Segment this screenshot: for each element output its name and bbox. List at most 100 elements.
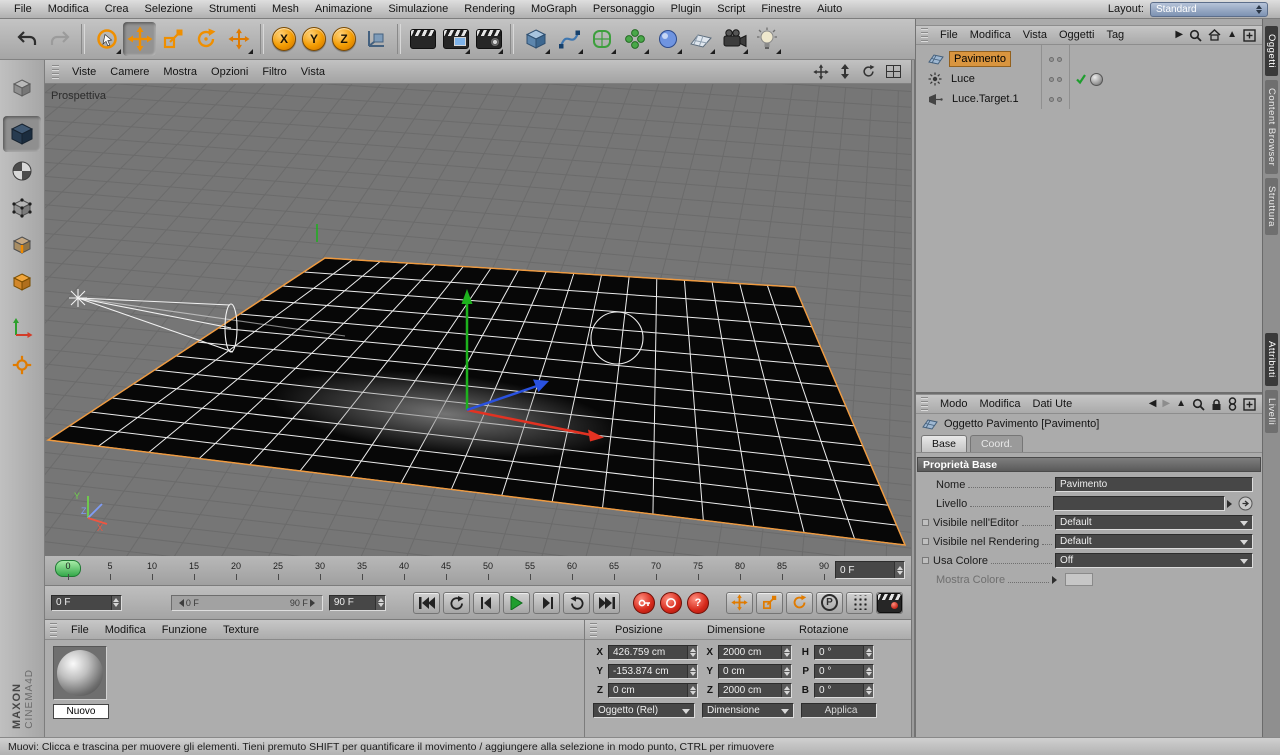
lock-x-axis-button[interactable]: X: [272, 27, 296, 51]
material-thumbnail[interactable]: [53, 646, 107, 700]
coordinate-mode-select[interactable]: Oggetto (Rel): [593, 703, 695, 718]
rotation-p-field[interactable]: 0 °: [814, 664, 874, 679]
keying-options-button[interactable]: ?: [687, 591, 709, 614]
record-position-toggle[interactable]: [726, 591, 753, 614]
layer-browser-icon[interactable]: [1238, 496, 1253, 511]
panel-grip[interactable]: [921, 397, 928, 411]
mat-menu-funzione[interactable]: Funzione: [154, 624, 215, 636]
editor-visibility-dot[interactable]: [1048, 56, 1054, 62]
pan-view-icon[interactable]: [813, 63, 829, 80]
om-menu-vista[interactable]: Vista: [1017, 29, 1053, 41]
object-name[interactable]: Pavimento: [949, 51, 1011, 67]
tab-base[interactable]: Base: [921, 435, 967, 452]
menu-mesh[interactable]: Mesh: [264, 3, 307, 15]
menu-simulazione[interactable]: Simulazione: [380, 3, 456, 15]
end-frame-stepper-icon[interactable]: [375, 595, 385, 610]
search-icon[interactable]: [1189, 29, 1202, 42]
tab-attributi[interactable]: Attributi: [1265, 333, 1278, 387]
add-modeling-object-button[interactable]: [618, 22, 651, 56]
om-menu-oggetti[interactable]: Oggetti: [1053, 29, 1100, 41]
record-rotation-toggle[interactable]: [786, 591, 813, 614]
add-primitive-button[interactable]: [519, 22, 552, 56]
menu-finestre[interactable]: Finestre: [753, 3, 809, 15]
add-generator-button[interactable]: [585, 22, 618, 56]
render-view-button[interactable]: [406, 22, 439, 56]
vp-menu-camere[interactable]: Camere: [103, 66, 156, 78]
link-icon[interactable]: [1228, 397, 1237, 411]
goto-end-button[interactable]: [593, 591, 620, 614]
frame-range-slider[interactable]: 0 F 90 F: [170, 594, 323, 611]
vp-menu-filtro[interactable]: Filtro: [255, 66, 293, 78]
om-menu-file[interactable]: File: [934, 29, 964, 41]
om-menu-tag[interactable]: Tag: [1100, 29, 1130, 41]
last-tool-button[interactable]: [222, 22, 255, 56]
mat-menu-file[interactable]: File: [63, 624, 97, 636]
search-icon[interactable]: [1192, 398, 1205, 411]
size-y-field[interactable]: 0 cm: [718, 664, 792, 679]
viewport-3d-view[interactable]: Y Z X: [0, 34, 1280, 755]
livello-field[interactable]: [1053, 496, 1225, 511]
size-x-field[interactable]: 2000 cm: [718, 645, 792, 660]
parent-object-icon[interactable]: ▲: [1176, 399, 1186, 409]
lock-icon[interactable]: [1211, 398, 1222, 411]
size-mode-select[interactable]: Dimensione: [702, 703, 794, 718]
menu-modifica[interactable]: Modifica: [40, 3, 97, 15]
coordinate-system-button[interactable]: [359, 22, 392, 56]
frame-input[interactable]: 0 F: [51, 594, 122, 611]
vp-menu-opzioni[interactable]: Opzioni: [204, 66, 255, 78]
up-level-icon[interactable]: ▲: [1227, 30, 1237, 40]
record-keyframe-button[interactable]: [633, 591, 655, 614]
override-checkbox[interactable]: [922, 557, 929, 564]
menu-personaggio[interactable]: Personaggio: [585, 3, 663, 15]
render-picture-viewer-button[interactable]: [439, 22, 472, 56]
play-forward-button[interactable]: [563, 591, 590, 614]
history-back-icon[interactable]: ◀: [1149, 399, 1157, 409]
section-header-proprieta-base[interactable]: Proprietà Base: [917, 457, 1261, 472]
menu-rendering[interactable]: Rendering: [456, 3, 523, 15]
material-list[interactable]: Nuovo: [45, 640, 584, 736]
usa-colore-select[interactable]: Off: [1055, 553, 1253, 568]
object-name[interactable]: Luce.Target.1: [948, 92, 1023, 106]
stepper-icon[interactable]: [863, 646, 873, 659]
add-deformer-button[interactable]: [651, 22, 684, 56]
tab-struttura[interactable]: Struttura: [1265, 178, 1278, 236]
play-backwards-button[interactable]: [443, 591, 470, 614]
move-tool-button[interactable]: [123, 22, 156, 56]
expand-arrow-icon[interactable]: [1052, 575, 1061, 584]
menu-file[interactable]: File: [6, 3, 40, 15]
dolly-view-icon[interactable]: [839, 64, 851, 79]
history-forward-icon[interactable]: ▶: [1162, 399, 1170, 409]
record-pla-toggle[interactable]: [846, 591, 873, 614]
polygons-mode-button[interactable]: [3, 264, 41, 300]
undo-button[interactable]: [10, 22, 43, 56]
visibile-editor-select[interactable]: Default: [1055, 515, 1253, 530]
timeline-ruler[interactable]: 0 5 10 15 20 25 30 35 40 45 50 55 60 65 …: [45, 556, 911, 586]
new-panel-icon[interactable]: [1243, 28, 1256, 42]
scale-tool-button[interactable]: [156, 22, 189, 56]
layout-select[interactable]: Standard: [1150, 1, 1268, 17]
menu-strumenti[interactable]: Strumenti: [201, 3, 264, 15]
stepper-icon[interactable]: [687, 646, 697, 659]
editor-visibility-dot[interactable]: [1048, 76, 1054, 82]
nome-input[interactable]: Pavimento: [1055, 477, 1253, 492]
object-row-pavimento[interactable]: Pavimento: [916, 49, 1262, 69]
record-scale-toggle[interactable]: [756, 591, 783, 614]
panel-grip[interactable]: [921, 28, 928, 42]
autokey-button[interactable]: [660, 591, 682, 614]
panel-grip[interactable]: [52, 64, 59, 79]
mat-menu-texture[interactable]: Texture: [215, 624, 267, 636]
vp-menu-vista[interactable]: Vista: [294, 66, 332, 78]
mat-menu-modifica[interactable]: Modifica: [97, 624, 154, 636]
render-visibility-dot[interactable]: [1056, 96, 1062, 102]
points-mode-button[interactable]: [3, 190, 41, 226]
livello-picker-arrow-icon[interactable]: [1227, 499, 1236, 508]
texture-axis-mode-button[interactable]: [3, 347, 41, 383]
stepper-icon[interactable]: [863, 665, 873, 678]
menu-mograph[interactable]: MoGraph: [523, 3, 585, 15]
open-timeline-button[interactable]: [876, 591, 903, 614]
make-editable-button[interactable]: [3, 70, 41, 106]
tab-coord[interactable]: Coord.: [969, 435, 1024, 452]
tab-livelli[interactable]: Livelli: [1265, 390, 1278, 434]
texture-mode-button[interactable]: [3, 153, 41, 189]
new-panel-icon[interactable]: [1243, 397, 1256, 411]
